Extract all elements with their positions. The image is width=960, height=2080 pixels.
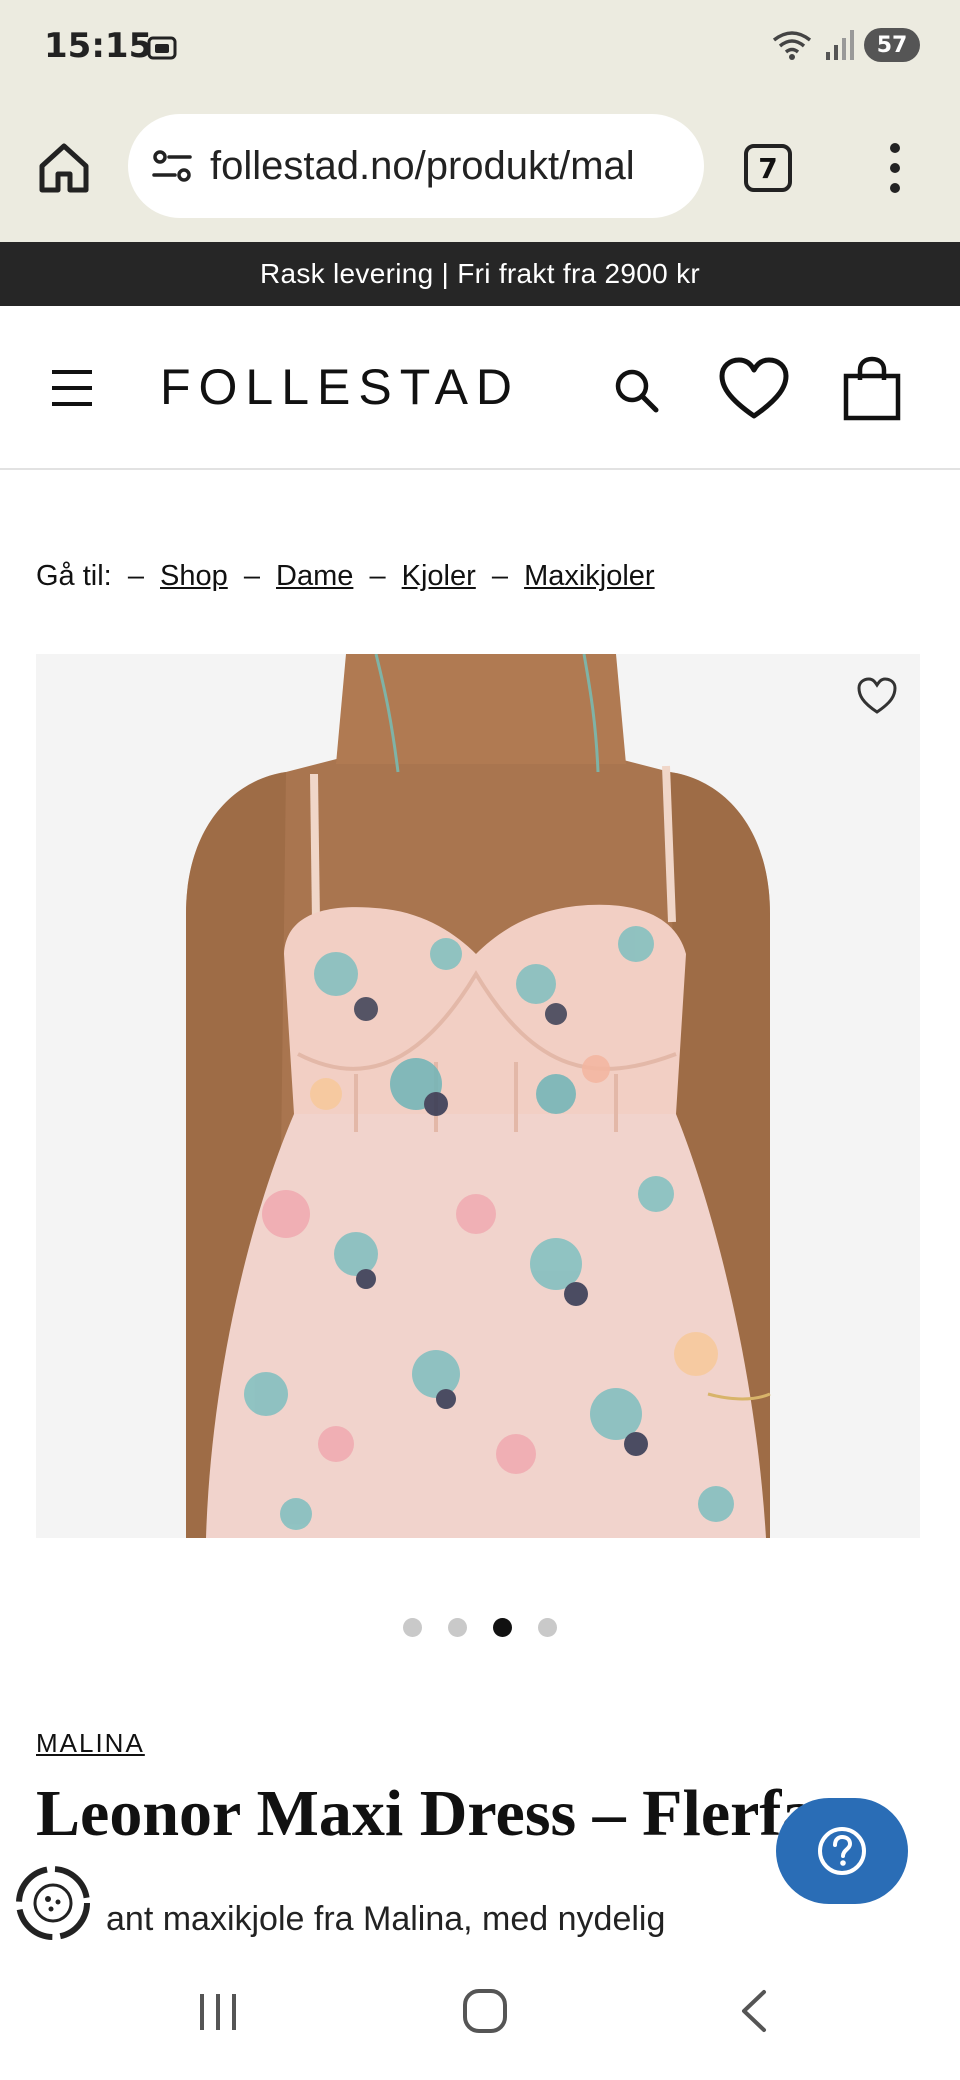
gallery-dot[interactable] xyxy=(403,1618,422,1637)
url-text: follestad.no/produkt/mal xyxy=(210,143,635,188)
search-icon[interactable] xyxy=(612,366,660,414)
breadcrumb-separator: – xyxy=(491,560,508,592)
gallery-dot[interactable] xyxy=(448,1618,467,1637)
wifi-icon xyxy=(772,31,812,60)
brand-link[interactable]: MALINA xyxy=(36,1728,145,1759)
home-icon[interactable] xyxy=(36,140,92,196)
gallery-dot[interactable] xyxy=(538,1618,557,1637)
breadcrumb-prefix: Gå til: xyxy=(36,560,112,592)
product-image[interactable] xyxy=(36,654,920,1538)
recent-apps-icon[interactable] xyxy=(196,1990,240,2034)
heart-icon[interactable] xyxy=(718,356,790,422)
gallery-dot-active[interactable] xyxy=(493,1618,512,1637)
product-description: ant maxikjole fra Malina, med nydelig xyxy=(106,1900,666,1938)
system-home-icon[interactable] xyxy=(462,1988,508,2034)
cookie-settings-icon[interactable] xyxy=(14,1864,92,1942)
breadcrumb-separator: – xyxy=(243,560,260,592)
tabs-button[interactable]: 7 xyxy=(744,144,792,192)
breadcrumb-link-kjoler[interactable]: Kjoler xyxy=(402,560,476,592)
heart-outline-icon[interactable] xyxy=(856,676,898,716)
product-title: Leonor Maxi Dress – Flerfa xyxy=(36,1777,815,1850)
status-icons: 57 xyxy=(770,28,920,62)
question-icon xyxy=(818,1827,866,1875)
overflow-menu-icon[interactable] xyxy=(880,140,910,196)
site-logo[interactable]: FOLLESTAD xyxy=(160,358,520,416)
photo-notification-icon xyxy=(147,36,177,60)
menu-icon[interactable] xyxy=(50,368,94,408)
breadcrumb: Gå til: – Shop – Dame – Kjoler – Maxikjo… xyxy=(36,560,655,593)
gallery-pagination xyxy=(0,1618,960,1637)
signal-icon xyxy=(826,30,854,60)
breadcrumb-link-dame[interactable]: Dame xyxy=(276,560,353,592)
site-info-icon[interactable] xyxy=(150,144,194,188)
bag-icon[interactable] xyxy=(842,356,902,422)
breadcrumb-link-maxikjoler[interactable]: Maxikjoler xyxy=(524,560,655,592)
browser-toolbar: follestad.no/produkt/mal 7 xyxy=(0,100,960,242)
status-bar: 15:15 57 xyxy=(0,0,960,100)
battery-icon: 57 xyxy=(864,28,920,62)
breadcrumb-link-shop[interactable]: Shop xyxy=(160,560,228,592)
dress-photo xyxy=(36,654,920,1538)
announcement-bar: Rask levering | Fri frakt fra 2900 kr xyxy=(0,242,960,306)
status-time: 15:15 xyxy=(44,26,153,66)
help-button[interactable] xyxy=(776,1798,908,1904)
system-nav-bar xyxy=(0,1960,960,2080)
breadcrumb-separator: – xyxy=(127,560,144,592)
address-bar[interactable]: follestad.no/produkt/mal xyxy=(128,114,704,218)
site-header: FOLLESTAD xyxy=(0,306,960,470)
back-icon[interactable] xyxy=(738,1988,768,2034)
breadcrumb-separator: – xyxy=(369,560,386,592)
